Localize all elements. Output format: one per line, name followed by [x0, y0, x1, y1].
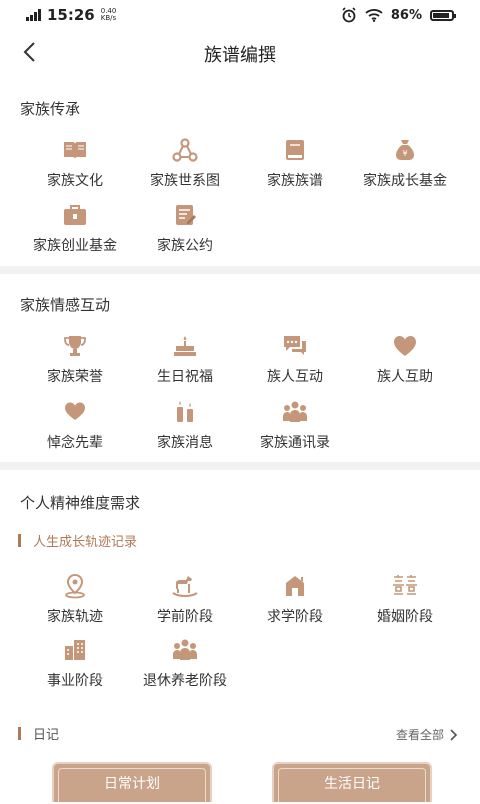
grid-item-label: 家族轨迹 — [47, 609, 103, 625]
grid-item-label: 生日祝福 — [157, 369, 213, 385]
navbar: 族谱编撰 — [0, 30, 480, 76]
grid-item-memorial[interactable]: 悼念先辈 — [20, 399, 130, 452]
tab-life-diary[interactable]: 生活日记 — [272, 762, 432, 802]
rocking-horse-icon — [172, 576, 198, 597]
section-divider — [0, 462, 480, 470]
genealogy-book-icon — [286, 140, 304, 160]
grid-item-label: 家族荣誉 — [47, 369, 103, 385]
grid-item-label: 家族创业基金 — [33, 238, 117, 254]
subheading-growth-record: 人生成长轨迹记录 — [18, 531, 137, 550]
diary-title: 日记 — [33, 728, 60, 743]
net-speed: 0.40 KB/s — [100, 7, 117, 22]
tab-daily-plan[interactable]: 日常计划 — [52, 762, 212, 802]
accent-bar — [18, 727, 21, 740]
grid-item-family-trace[interactable]: 家族轨迹 — [20, 573, 130, 626]
grid-item-family-news[interactable]: 家族消息 — [130, 399, 240, 452]
elderly-people-icon — [173, 639, 197, 660]
grid-item-label: 家族公约 — [157, 238, 213, 254]
document-icon — [176, 205, 196, 225]
grid-item-marriage[interactable]: 婚姻阶段 — [350, 573, 460, 626]
grid-item-genealogy[interactable]: 家族族谱 — [240, 137, 350, 190]
double-happiness-icon — [393, 575, 417, 595]
svg-text:¥: ¥ — [402, 149, 407, 158]
section-title-interaction: 家族情感互动 — [20, 296, 111, 314]
school-icon — [286, 576, 304, 596]
grid-item-label: 族人互助 — [377, 369, 433, 385]
grid-item-label: 家族文化 — [47, 173, 103, 189]
grid-item-label: 悼念先辈 — [47, 435, 103, 451]
grid-item-clan-mutual-aid[interactable]: 族人互助 — [350, 333, 460, 386]
grid-item-family-honor[interactable]: 家族荣誉 — [20, 333, 130, 386]
heart-icon — [394, 336, 416, 356]
building-icon — [65, 640, 85, 660]
tab-label: 日常计划 — [104, 776, 160, 792]
wifi-icon — [365, 9, 383, 22]
grid-item-label: 家族世系图 — [150, 173, 220, 189]
grid-item-family-tree[interactable]: 家族世系图 — [130, 137, 240, 190]
trophy-icon — [64, 336, 86, 356]
grid-item-contacts[interactable]: 家族通讯录 — [240, 399, 350, 452]
cake-icon — [174, 336, 196, 356]
grid-item-label: 退休养老阶段 — [143, 673, 227, 689]
section-title-heritage: 家族传承 — [20, 100, 81, 118]
briefcase-icon — [64, 205, 86, 225]
grid-item-family-covenant[interactable]: 家族公约 — [130, 202, 240, 255]
tree-icon — [172, 138, 198, 162]
chevron-right-icon — [450, 728, 458, 741]
section-divider — [0, 266, 480, 274]
grid-item-preschool[interactable]: 学前阶段 — [130, 573, 240, 626]
grid-item-label: 家族通讯录 — [260, 435, 330, 451]
money-bag-icon: ¥ — [396, 140, 414, 160]
grid-item-label: 家族消息 — [157, 435, 213, 451]
heart-icon — [65, 402, 85, 420]
status-time: 15:26 — [47, 6, 95, 24]
grid-item-growth-fund[interactable]: ¥ 家族成长基金 — [350, 137, 460, 190]
grid-item-venture-fund[interactable]: 家族创业基金 — [20, 202, 130, 255]
grid-item-label: 事业阶段 — [47, 673, 103, 689]
grid-item-label: 家族成长基金 — [363, 173, 447, 189]
accent-bar — [18, 534, 21, 547]
page-title: 族谱编撰 — [204, 45, 276, 66]
grid-item-label: 家族族谱 — [267, 173, 323, 189]
subheading-label: 人生成长轨迹记录 — [33, 535, 138, 550]
grid-item-label: 学前阶段 — [157, 609, 213, 625]
location-pin-icon — [65, 573, 85, 599]
grid-item-birthday[interactable]: 生日祝福 — [130, 333, 240, 386]
grid-item-clan-interaction[interactable]: 族人互动 — [240, 333, 350, 386]
grid-item-retirement[interactable]: 退休养老阶段 — [130, 637, 240, 690]
battery-icon — [430, 9, 456, 21]
tab-label: 生活日记 — [324, 776, 380, 792]
candles-icon — [177, 401, 193, 422]
grid-item-label: 婚姻阶段 — [377, 609, 433, 625]
book-icon — [64, 142, 86, 159]
grid-item-schooling[interactable]: 求学阶段 — [240, 573, 350, 626]
battery-percent: 86% — [390, 7, 422, 23]
section-title-personal: 个人精神维度需求 — [20, 494, 141, 512]
view-all-link[interactable]: 查看全部 — [396, 726, 458, 743]
grid-item-label: 族人互动 — [267, 369, 323, 385]
chat-icon — [284, 336, 306, 355]
alarm-icon — [342, 7, 356, 23]
diary-header: 日记 — [18, 724, 59, 743]
status-bar: 15:26 0.40 KB/s 86% — [0, 0, 480, 30]
view-all-label: 查看全部 — [395, 728, 444, 742]
people-icon — [283, 401, 307, 422]
grid-item-label: 求学阶段 — [267, 609, 323, 625]
grid-item-career[interactable]: 事业阶段 — [20, 637, 130, 690]
grid-item-family-culture[interactable]: 家族文化 — [20, 137, 130, 190]
signal-icon — [26, 9, 41, 21]
